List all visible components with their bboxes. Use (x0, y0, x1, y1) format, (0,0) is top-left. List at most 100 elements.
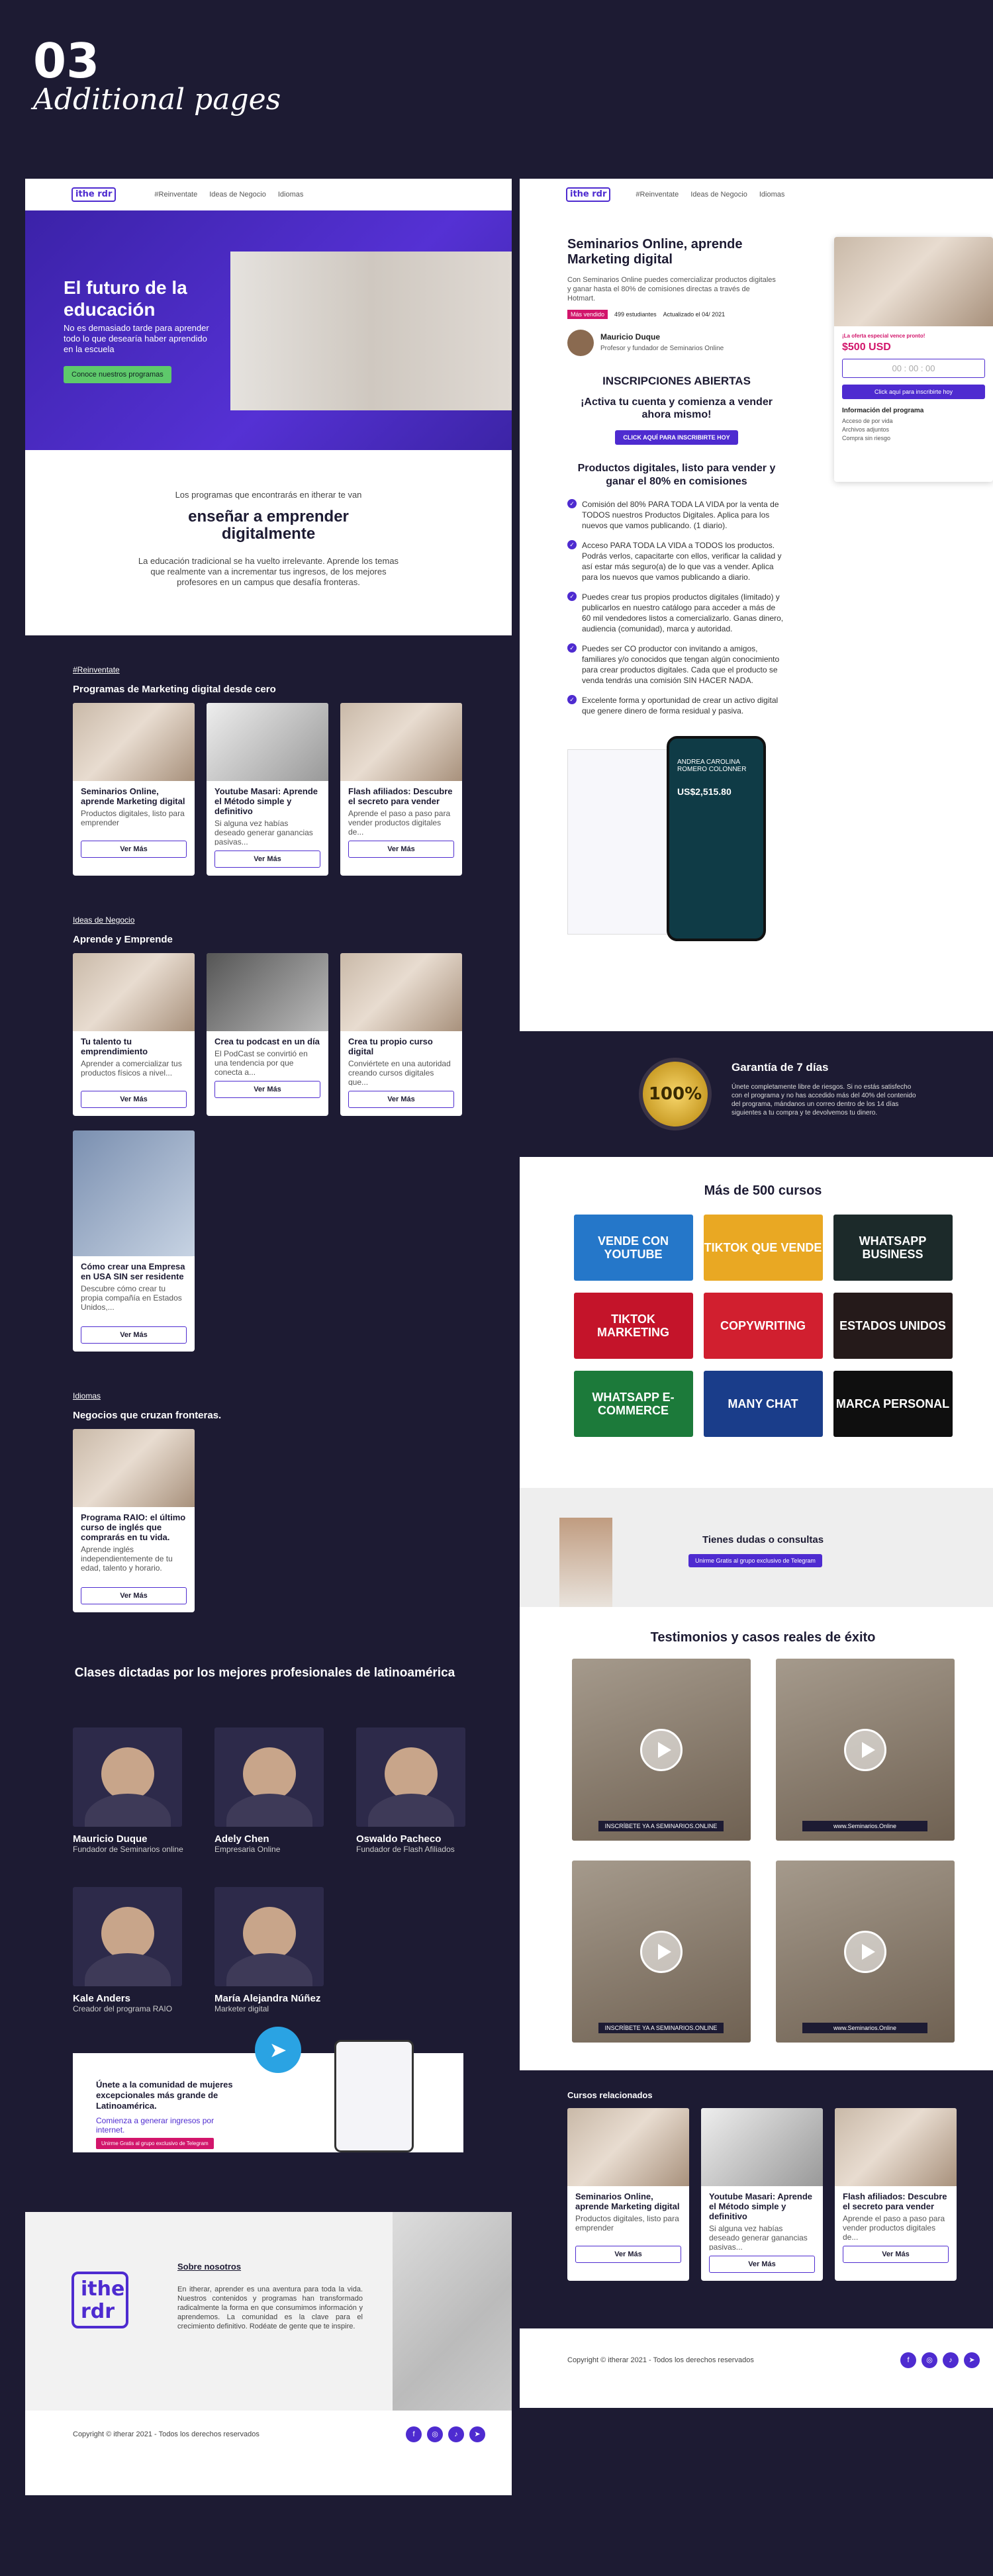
course-thumb[interactable]: TIKTOK MARKETING (573, 1293, 693, 1359)
course-thumb[interactable]: TIKTOK QUE VENDE (703, 1215, 823, 1281)
course-card[interactable]: Youtube Masari: Aprende el Método simple… (701, 2108, 823, 2281)
instructor-role: Empresaria Online (214, 1845, 281, 1854)
footer: Copyright © itherar 2021 - Todos los der… (520, 2328, 993, 2408)
facebook-icon[interactable]: f (900, 2352, 916, 2368)
course-thumb[interactable]: MANY CHAT (703, 1371, 823, 1437)
about-body: En itherar, aprender es una aventura par… (177, 2285, 363, 2330)
course-card[interactable]: Programa RAIO: el último curso de inglés… (73, 1429, 195, 1612)
nav-item-ideas[interactable]: Ideas de Negocio (690, 191, 747, 199)
phone-user-name: ANDREA CAROLINA ROMERO COLONNER (677, 759, 747, 773)
instructor-card: Oswaldo Pacheco Fundador de Flash Afiliad… (356, 1727, 469, 1854)
play-icon[interactable] (639, 1930, 683, 1973)
hero-banner: El futuro de la educación No es demasiad… (25, 210, 512, 450)
course-title: Cómo crear una Empresa en USA SIN ser re… (81, 1262, 185, 1281)
telegram-icon[interactable]: ➤ (469, 2426, 485, 2442)
section-tag[interactable]: #Reinventate (73, 665, 512, 674)
course-desc: Productos digitales, listo para emprende… (81, 809, 185, 827)
play-icon[interactable] (843, 1728, 886, 1771)
nav-item-ideas[interactable]: Ideas de Negocio (209, 191, 266, 199)
section-title: Negocios que cruzan fronteras. (73, 1410, 222, 1421)
testimonials-title: Testimonios y casos reales de éxito (650, 1630, 876, 1645)
nav-item-idiomas[interactable]: Idiomas (278, 191, 304, 199)
avatar (356, 1727, 465, 1827)
telegram-cta-button[interactable]: Unirme Gratis al grupo exclusivo de Tele… (96, 2138, 214, 2149)
nav-item-reinventate[interactable]: #Reinventate (636, 191, 679, 199)
product-page: ithe rdr #Reinventate Ideas de Negocio I… (520, 179, 993, 2408)
purchase-card: ¡La oferta especial vence pronto! $500 U… (834, 237, 993, 482)
course-desc: Conviértete en una autoridad creando cur… (348, 1059, 451, 1085)
course-title: Flash afiliados: Descubre el secreto par… (843, 2191, 947, 2211)
courses-title: Más de 500 cursos (704, 1183, 822, 1198)
benefit-item: ✓ Puedes crear tus propios productos digi… (567, 592, 786, 634)
courses-section: Más de 500 cursos VENDE CON YOUTUBE TIKT… (520, 1157, 993, 1488)
course-title: Crea tu podcast en un día (214, 1036, 320, 1046)
ver-mas-button[interactable]: Ver Más (709, 2256, 815, 2273)
course-title: Seminarios Online, aprende Marketing dig… (575, 2191, 680, 2211)
course-thumb[interactable]: COPYWRITING (703, 1293, 823, 1359)
ver-mas-button[interactable]: Ver Más (843, 2246, 949, 2263)
instagram-icon[interactable]: ◎ (427, 2426, 443, 2442)
ver-mas-button[interactable]: Ver Más (81, 1326, 187, 1344)
section-tag[interactable]: Idiomas (73, 1391, 512, 1401)
hero-cta-button[interactable]: Conoce nuestros programas (64, 366, 171, 383)
buy-button[interactable]: Click aquí para inscribirte hoy (842, 385, 985, 399)
course-thumb[interactable]: VENDE CON YOUTUBE (573, 1215, 693, 1281)
video-testimonial[interactable]: INSCRÍBETE YA A SEMINARIOS.ONLINE (571, 1861, 751, 2043)
course-thumb[interactable]: WHATSAPP BUSINESS (833, 1215, 953, 1281)
course-card[interactable]: Seminarios Online, aprende Marketing dig… (567, 2108, 689, 2281)
ver-mas-button[interactable]: Ver Más (214, 851, 320, 868)
ver-mas-button[interactable]: Ver Más (348, 841, 454, 858)
course-desc: Productos digitales, listo para emprende… (575, 2214, 679, 2232)
ver-mas-button[interactable]: Ver Más (348, 1091, 454, 1108)
video-testimonial[interactable]: INSCRÍBETE YA A SEMINARIOS.ONLINE (571, 1659, 751, 1841)
facebook-icon[interactable]: f (406, 2426, 422, 2442)
instagram-icon[interactable]: ◎ (922, 2352, 937, 2368)
section-tag[interactable]: Ideas de Negocio (73, 915, 512, 925)
play-icon[interactable] (843, 1930, 886, 1973)
telegram-cta-button[interactable]: Unirme Gratis al grupo exclusivo de Tele… (688, 1554, 822, 1567)
course-desc: Aprender a comercializar tus productos f… (81, 1059, 182, 1078)
ver-mas-button[interactable]: Ver Más (81, 1091, 187, 1108)
course-card[interactable]: Seminarios Online, aprende Marketing dig… (73, 703, 195, 876)
course-card[interactable]: Crea tu podcast en un día El PodCast se c… (207, 953, 328, 1116)
course-card[interactable]: Flash afiliados: Descubre el secreto par… (835, 2108, 957, 2281)
tiktok-icon[interactable]: ♪ (448, 2426, 464, 2442)
ver-mas-button[interactable]: Ver Más (575, 2246, 681, 2263)
logo[interactable]: ithe rdr (71, 187, 117, 202)
ver-mas-button[interactable]: Ver Más (214, 1081, 320, 1098)
ver-mas-button[interactable]: Ver Más (81, 1587, 187, 1604)
course-image (835, 2108, 957, 2186)
countdown-timer: 00 : 00 : 00 (842, 359, 985, 378)
about-title: Sobre nosotros (177, 2262, 242, 2272)
course-thumb[interactable]: MARCA PERSONAL (833, 1371, 953, 1437)
updated-date: Actualizado el 04/ 2021 (663, 311, 726, 318)
nav-item-idiomas[interactable]: Idiomas (759, 191, 785, 199)
video-testimonial[interactable]: www.Seminarios.Online (775, 1861, 955, 2043)
instructor-role: Creador del programa RAIO (73, 2004, 173, 2013)
phone-mockup: ANDREA CAROLINA ROMERO COLONNER US$2,515… (667, 736, 766, 941)
course-card[interactable]: Flash afiliados: Descubre el secreto par… (340, 703, 462, 876)
course-card[interactable]: Crea tu propio curso digital Conviértete … (340, 953, 462, 1116)
nav-item-reinventate[interactable]: #Reinventate (154, 191, 197, 199)
course-card[interactable]: Tu talento tu emprendimiento Aprender a c… (73, 953, 195, 1116)
play-icon[interactable] (639, 1728, 683, 1771)
avatar (73, 1727, 182, 1827)
video-testimonial[interactable]: www.Seminarios.Online (775, 1659, 955, 1841)
course-thumb[interactable]: WHATSAPP E-COMMERCE (573, 1371, 693, 1437)
course-image (207, 703, 328, 781)
telegram-icon[interactable]: ➤ (964, 2352, 980, 2368)
course-card[interactable]: Youtube Masari: Aprende el Método simple… (207, 703, 328, 876)
course-thumb[interactable]: ESTADOS UNIDOS (833, 1293, 953, 1359)
intro-title: enseñar a emprender digitalmente (188, 508, 349, 543)
video-caption: www.Seminarios.Online (802, 1821, 927, 1831)
section-number: 03 (33, 33, 100, 89)
ver-mas-button[interactable]: Ver Más (81, 841, 187, 858)
instructor-role: Fundador de Flash Afiliados (356, 1845, 455, 1854)
section-idiomas: Idiomas Negocios que cruzan fronteras. P… (25, 1391, 512, 1612)
course-title: Flash afiliados: Descubre el secreto par… (348, 786, 453, 806)
tiktok-icon[interactable]: ♪ (943, 2352, 959, 2368)
top-nav: ithe rdr #Reinventate Ideas de Negocio I… (25, 179, 512, 210)
course-card[interactable]: Cómo crear una Empresa en USA SIN ser re… (73, 1130, 195, 1352)
enroll-button[interactable]: CLICK AQUÍ PARA INSCRIBIRTE HOY (615, 430, 738, 445)
logo[interactable]: ithe rdr (566, 187, 611, 202)
